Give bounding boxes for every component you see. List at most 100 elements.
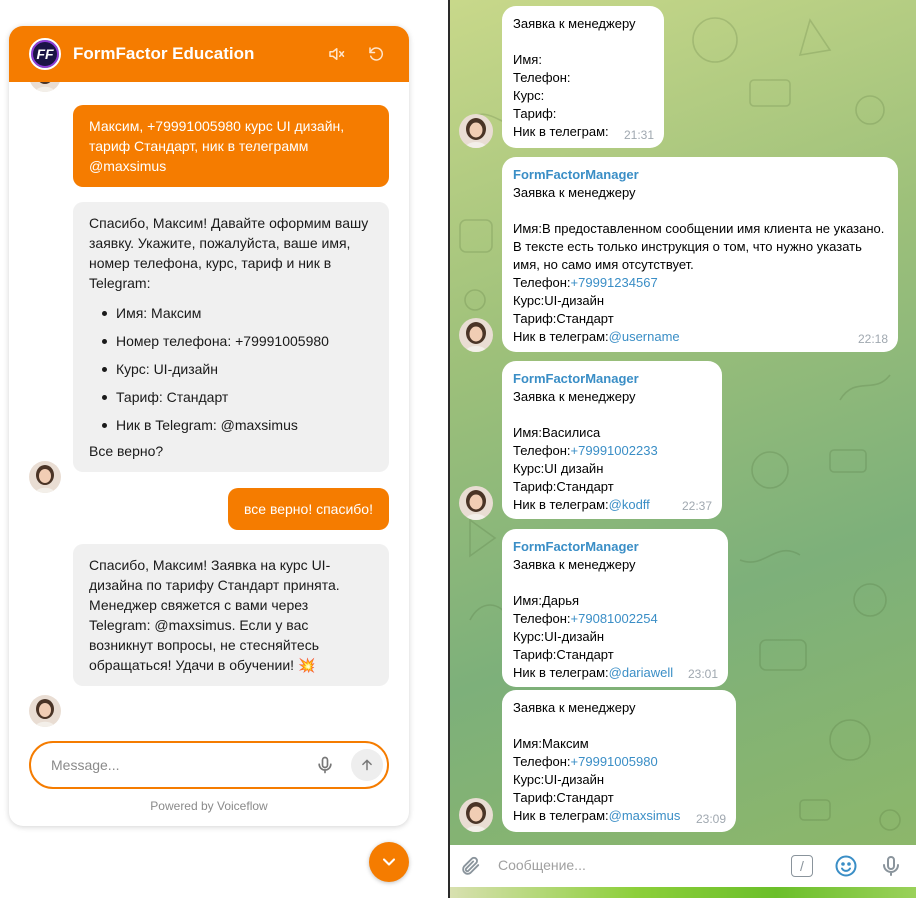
message-time: 22:37 — [681, 499, 712, 513]
telegram-message[interactable]: FormFactorManager Заявка к менеджеру Имя… — [502, 361, 722, 519]
chat-transcript[interactable]: Максим, +79991005980 курс UI дизайн, тар… — [9, 82, 409, 732]
sender-avatar[interactable] — [459, 486, 493, 520]
field-value: Стандарт — [556, 479, 614, 494]
bot-avatar — [29, 82, 61, 92]
field-value: Василиса — [541, 425, 601, 440]
field-label: Имя: — [513, 736, 542, 751]
sender-name[interactable]: FormFactorManager — [513, 370, 710, 388]
list-item: Номер телефона: +79991005980 — [89, 327, 373, 355]
telegram-message[interactable]: Заявка к менеджеру Имя:Максим Телефон:+7… — [502, 690, 736, 832]
field-label: Курс: — [513, 461, 545, 476]
paperclip-icon — [462, 856, 480, 875]
commands-button[interactable]: / — [791, 855, 813, 877]
compose-input[interactable]: Сообщение... — [498, 857, 586, 873]
send-button[interactable] — [351, 749, 383, 781]
powered-by[interactable]: Powered by Voiceflow — [9, 799, 409, 813]
smile-icon — [835, 855, 857, 877]
field-label: Ник в телеграм: — [513, 329, 609, 344]
sender-name[interactable]: FormFactorManager — [513, 538, 716, 556]
field-label: Курс: — [513, 88, 545, 103]
telegram-message[interactable]: FormFactorManager Заявка к менеджеру Имя… — [502, 157, 898, 352]
field-value: Максим — [541, 736, 589, 751]
field-value: В предоставленном сообщении имя клиента … — [513, 221, 885, 272]
field-label: Имя: — [513, 425, 542, 440]
sender-avatar[interactable] — [459, 114, 493, 148]
field-label: Телефон: — [513, 443, 571, 458]
bot-message: Спасибо, Максим! Давайте оформим вашу за… — [73, 202, 389, 472]
voice-input-button[interactable] — [315, 755, 335, 775]
arrow-up-icon — [362, 759, 372, 771]
username-link[interactable]: @dariawell — [609, 665, 674, 680]
field-label: Курс: — [513, 293, 545, 308]
telegram-chat-pane: Заявка к менеджеру Имя: Телефон: Курс: Т… — [450, 0, 916, 898]
phone-link[interactable]: +79991234567 — [571, 275, 658, 290]
field-label: Тариф: — [513, 106, 557, 121]
message-title: Заявка к менеджеру — [513, 557, 636, 572]
field-label: Имя: — [513, 593, 542, 608]
bot-message-list: Имя: Максим Номер телефона: +79991005980… — [89, 299, 373, 439]
field-value: Стандарт — [556, 311, 614, 326]
message-title: Заявка к менеджеру — [513, 16, 636, 31]
emoji-button[interactable] — [834, 854, 858, 883]
list-item: Имя: Максим — [89, 299, 373, 327]
message-time: 23:09 — [695, 812, 726, 826]
message-title: Заявка к менеджеру — [513, 389, 636, 404]
field-value: Дарья — [541, 593, 580, 608]
sender-avatar[interactable] — [459, 798, 493, 832]
field-label: Тариф: — [513, 311, 557, 326]
list-item: Ник в Telegram: @maxsimus — [89, 411, 373, 439]
field-label: Телефон: — [513, 611, 571, 626]
brand-logo: FF — [29, 38, 61, 70]
volume-off-icon — [329, 48, 345, 60]
list-item: Тариф: Стандарт — [89, 383, 373, 411]
telegram-message[interactable]: FormFactorManager Заявка к менеджеру Имя… — [502, 529, 728, 687]
attach-button[interactable] — [459, 855, 481, 882]
field-value: Стандарт — [556, 790, 614, 805]
field-value: UI-дизайн — [544, 629, 605, 644]
telegram-message[interactable]: Заявка к менеджеру Имя: Телефон: Курс: Т… — [502, 6, 664, 148]
message-input[interactable] — [51, 757, 281, 773]
message-time: 21:31 — [623, 128, 654, 142]
widget-header: FF FormFactor Education — [9, 26, 409, 82]
field-label: Курс: — [513, 772, 545, 787]
sender-name[interactable]: FormFactorManager — [513, 166, 886, 184]
field-label: Тариф: — [513, 479, 557, 494]
username-link[interactable]: @username — [609, 329, 680, 344]
field-label: Имя: — [513, 221, 542, 236]
telegram-compose-bar: Сообщение... / — [450, 845, 916, 887]
bot-message-text: Все верно? — [89, 443, 164, 459]
screen: FF FormFactor Education Максим, +7999100… — [0, 0, 916, 898]
field-label: Тариф: — [513, 790, 557, 805]
bot-avatar — [29, 461, 61, 493]
field-label: Телефон: — [513, 754, 571, 769]
mute-button[interactable] — [325, 43, 347, 65]
field-value: UI-дизайн — [544, 772, 605, 787]
username-link[interactable]: @maxsimus — [609, 808, 681, 823]
bot-message-text: Спасибо, Максим! Давайте оформим вашу за… — [89, 215, 369, 291]
sender-avatar[interactable] — [459, 318, 493, 352]
widget-title: FormFactor Education — [73, 44, 255, 63]
chevron-down-icon — [382, 858, 396, 866]
bot-avatar — [29, 695, 61, 727]
phone-link[interactable]: +79991002233 — [571, 443, 658, 458]
voice-message-button[interactable] — [879, 854, 903, 883]
phone-link[interactable]: +79991005980 — [571, 754, 658, 769]
field-label: Телефон: — [513, 70, 571, 85]
field-value: UI дизайн — [544, 461, 604, 476]
user-message: Максим, +79991005980 курс UI дизайн, тар… — [73, 105, 389, 187]
field-label: Курс: — [513, 629, 545, 644]
field-label: Ник в телеграм: — [513, 497, 609, 512]
username-link[interactable]: @kodff — [609, 497, 650, 512]
field-label: Телефон: — [513, 275, 571, 290]
field-label: Ник в телеграм: — [513, 124, 609, 139]
field-label: Имя: — [513, 52, 542, 67]
user-message: все верно! спасибо! — [228, 488, 389, 530]
phone-link[interactable]: +79081002254 — [571, 611, 658, 626]
toggle-widget-button[interactable] — [369, 842, 409, 882]
message-time: 22:18 — [857, 332, 888, 346]
message-time: 23:01 — [687, 667, 718, 681]
reset-chat-button[interactable] — [365, 43, 387, 65]
message-input-box — [29, 741, 389, 789]
list-item: Курс: UI-дизайн — [89, 355, 373, 383]
field-label: Тариф: — [513, 647, 557, 662]
